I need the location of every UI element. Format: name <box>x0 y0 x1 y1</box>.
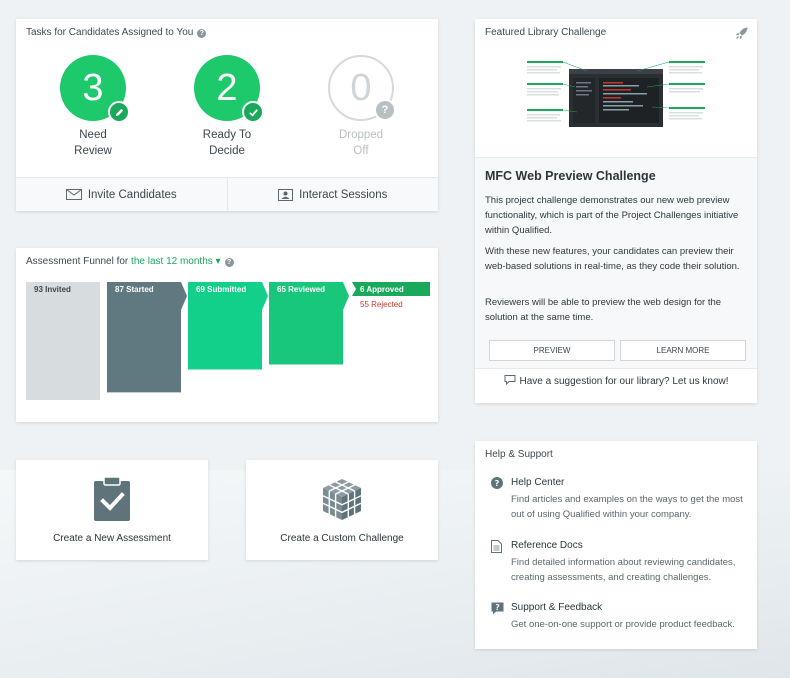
help-icon[interactable]: ? <box>197 29 207 38</box>
funnel-stage-label: 87 Started <box>115 285 154 294</box>
svg-text:?: ? <box>495 479 500 488</box>
challenge-description-3: Reviewers will be able to preview the we… <box>485 297 722 323</box>
funnel-stage-submitted[interactable] <box>188 282 268 370</box>
envelope-icon <box>65 189 82 200</box>
cube-icon <box>322 479 362 520</box>
document-icon <box>491 540 502 553</box>
learn-more-button[interactable]: LEARN MORE <box>620 340 746 361</box>
question-bubble-icon: ? <box>491 602 504 615</box>
tasks-card: Tasks for Candidates Assigned to You? 3 … <box>16 19 438 211</box>
funnel-stage-invited[interactable] <box>26 282 100 400</box>
invite-candidates-button[interactable]: Invite Candidates <box>16 178 227 211</box>
svg-text:?: ? <box>495 603 499 612</box>
interact-sessions-button[interactable]: Interact Sessions <box>226 178 439 211</box>
featured-library-card: Featured Library Challenge MFC Web Previ… <box>475 19 757 403</box>
funnel-stage-label: 69 Submitted <box>196 285 246 294</box>
speech-bubble-icon <box>504 375 515 386</box>
suggestion-link[interactable]: Have a suggestion for our library? Let u… <box>475 374 757 387</box>
clipboard-check-icon <box>94 476 130 521</box>
ready-to-decide-stat[interactable]: 2 Ready To Decide <box>172 55 282 159</box>
funnel-chart: 93 Invited 87 Started 69 Submitted 65 Revie… <box>26 282 430 400</box>
create-assessment-button[interactable]: Create a New Assessment <box>16 460 208 560</box>
tasks-title: Tasks for Candidates Assigned to You? <box>26 27 207 38</box>
dropped-off-circle[interactable]: 0 ? <box>328 55 396 121</box>
help-support-card: Help & Support ? Help Center Find articl… <box>475 441 757 649</box>
need-review-circle[interactable]: 3 <box>60 55 130 123</box>
challenge-description-2: With these new features, your candidates… <box>485 246 740 272</box>
question-icon: ? <box>374 99 396 121</box>
funnel-stage-started[interactable] <box>107 282 187 393</box>
assessment-funnel-card: Assessment Funnel for the last 12 months… <box>16 248 438 422</box>
dropped-off-stat[interactable]: 0 ? Dropped Off <box>306 55 416 159</box>
rocket-icon <box>736 27 748 39</box>
rejected-label: 55 Rejected <box>360 300 403 309</box>
challenge-title: MFC Web Preview Challenge <box>485 169 656 183</box>
create-challenge-button[interactable]: Create a Custom Challenge <box>246 460 438 560</box>
help-title: Help & Support <box>485 449 553 460</box>
question-circle-icon: ? <box>491 477 503 489</box>
check-icon <box>242 101 264 123</box>
approved-label: 6 Approved <box>360 285 404 294</box>
funnel-stage-reviewed[interactable] <box>269 282 349 365</box>
challenge-description-1: This project challenge demonstrates our … <box>485 195 739 236</box>
tasks-footer: Invite Candidates Interact Sessions <box>16 177 438 211</box>
challenge-screenshot-image <box>527 57 705 149</box>
need-review-stat[interactable]: 3 Need Review <box>38 55 148 159</box>
funnel-stage-label: 65 Reviewed <box>277 285 325 294</box>
person-card-icon <box>278 188 294 201</box>
pencil-icon <box>108 101 130 123</box>
ready-to-decide-circle[interactable]: 2 <box>194 55 264 123</box>
funnel-stage-label: 93 Invited <box>34 285 71 294</box>
preview-button[interactable]: PREVIEW <box>489 340 615 361</box>
featured-title: Featured Library Challenge <box>485 27 607 38</box>
